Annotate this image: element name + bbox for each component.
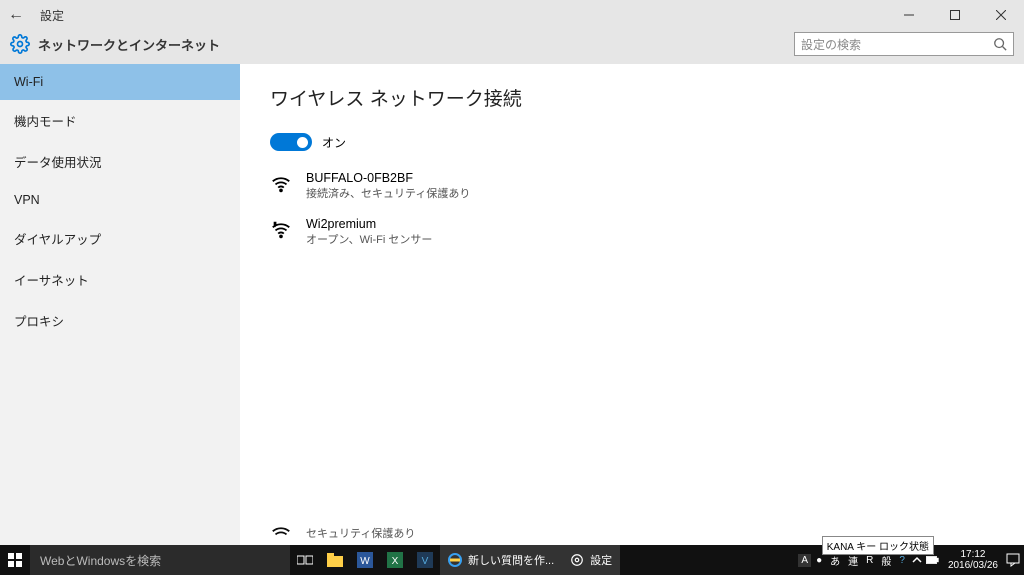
svg-text:V: V [422,556,429,567]
tray-ime-badge[interactable]: A [798,554,811,567]
svg-text:X: X [392,556,399,567]
wifi-network-name: BUFFALO-0FB2BF [306,171,470,185]
taskbar-app-generic[interactable]: V [410,545,440,575]
search-icon [993,37,1007,51]
action-center-button[interactable] [1006,545,1020,575]
taskbar: WebとWindowsを検索 W X V 新しい質問を作... 設定 A ● あ… [0,545,1024,575]
sidebar-item-data-usage[interactable]: データ使用状況 [0,141,240,182]
sidebar-item-airplane-mode[interactable]: 機内モード [0,100,240,141]
wifi-toggle-label: オン [322,134,346,151]
window-titlebar: ← 設定 [0,0,1024,30]
ie-icon [448,553,462,567]
wifi-network-desc: セキュリティ保護あり [306,525,415,541]
start-button[interactable] [0,545,30,575]
taskbar-search-input[interactable]: WebとWindowsを検索 [30,545,290,575]
sidebar-item-ethernet[interactable]: イーサネット [0,259,240,300]
tray-tooltip: KANA キー ロック状態 [822,536,934,555]
taskbar-app-word[interactable]: W [350,545,380,575]
minimize-button[interactable] [886,0,932,30]
wifi-toggle[interactable] [270,133,312,151]
sidebar-item-proxy[interactable]: プロキシ [0,300,240,341]
page-title: ワイヤレス ネットワーク接続 [270,84,994,111]
taskbar-app-excel[interactable]: X [380,545,410,575]
wifi-network-desc: オープン、Wi-Fi センサー [306,231,432,247]
wifi-open-shield-icon [270,219,292,241]
tray-chevron-up-icon[interactable] [910,553,924,567]
tray-ime-r[interactable]: R [863,555,876,566]
svg-text:W: W [360,556,370,567]
search-placeholder: 設定の検索 [801,36,861,53]
section-title: ネットワークとインターネット [38,35,220,54]
taskbar-task-settings[interactable]: 設定 [562,545,620,575]
tray-battery-icon[interactable] [926,553,940,567]
settings-sidebar: Wi-Fi 機内モード データ使用状況 VPN ダイヤルアップ イーサネット プ… [0,64,240,545]
wifi-network-item[interactable]: Wi2premium オープン、Wi-Fi センサー [270,217,994,247]
wifi-secure-icon [270,173,292,195]
main-panel: ワイヤレス ネットワーク接続 オン BUFFALO-0FB2BF 接続済み、セキ… [240,64,1024,545]
window-title: 設定 [40,7,64,24]
wifi-network-item-cutoff[interactable]: セキュリティ保護あり [270,521,415,545]
wifi-icon [270,523,292,545]
sidebar-item-wifi[interactable]: Wi-Fi [0,64,240,100]
wifi-network-item[interactable]: BUFFALO-0FB2BF 接続済み、セキュリティ保護あり [270,171,994,201]
settings-search-input[interactable]: 設定の検索 [794,32,1014,56]
back-button[interactable]: ← [8,6,32,24]
close-button[interactable] [978,0,1024,30]
gear-icon [570,553,584,567]
page-header: ネットワークとインターネット 設定の検索 [0,30,1024,64]
sidebar-item-vpn[interactable]: VPN [0,182,240,218]
task-view-button[interactable] [290,545,320,575]
wifi-network-name: Wi2premium [306,217,432,231]
taskbar-task-ie[interactable]: 新しい質問を作... [440,545,562,575]
sidebar-item-dialup[interactable]: ダイヤルアップ [0,218,240,259]
tray-help-icon[interactable]: ? [896,555,908,566]
tray-clock[interactable]: 17:12 2016/03/26 [942,549,1004,571]
gear-icon [10,34,30,54]
tray-indicator[interactable]: ● [813,555,825,566]
taskbar-app-explorer[interactable] [320,545,350,575]
maximize-button[interactable] [932,0,978,30]
wifi-network-desc: 接続済み、セキュリティ保護あり [306,185,470,201]
